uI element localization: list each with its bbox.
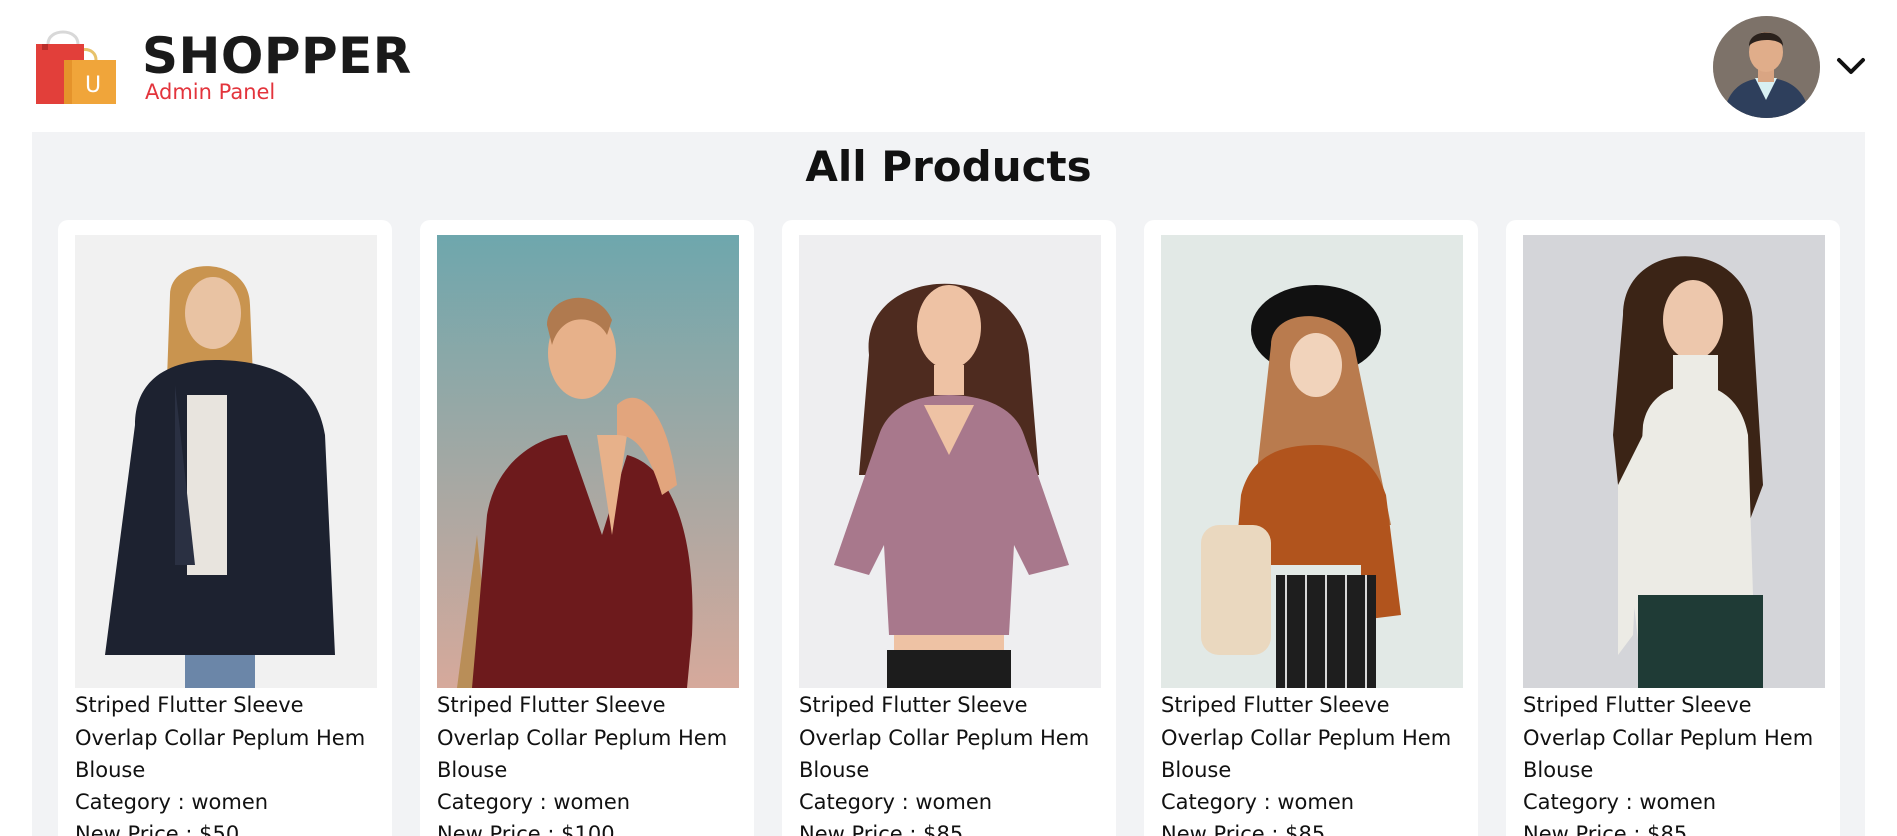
product-image bbox=[1161, 235, 1463, 688]
brand-title: SHOPPER bbox=[142, 27, 412, 85]
product-card[interactable]: Striped Flutter Sleeve Overlap Collar Pe… bbox=[1144, 220, 1478, 836]
product-price: New Price : $50 bbox=[75, 822, 240, 836]
product-name: Striped Flutter Sleeve Overlap Collar Pe… bbox=[437, 693, 728, 782]
product-card[interactable]: Striped Flutter Sleeve Overlap Collar Pe… bbox=[420, 220, 754, 836]
product-image bbox=[1523, 235, 1825, 688]
product-card[interactable]: Striped Flutter Sleeve Overlap Collar Pe… bbox=[1506, 220, 1840, 836]
product-name: Striped Flutter Sleeve Overlap Collar Pe… bbox=[1161, 693, 1452, 782]
chevron-down-icon[interactable] bbox=[1834, 52, 1868, 78]
product-name: Striped Flutter Sleeve Overlap Collar Pe… bbox=[799, 693, 1090, 782]
product-price: New Price : $85 bbox=[1523, 822, 1688, 836]
shopping-bag-icon: U bbox=[34, 26, 118, 106]
product-category: Category : women bbox=[799, 790, 993, 814]
product-price: New Price : $100 bbox=[437, 822, 615, 836]
page-title: All Products bbox=[805, 142, 1092, 191]
brand-subtitle: Admin Panel bbox=[145, 80, 276, 104]
svg-text:U: U bbox=[85, 73, 101, 98]
user-avatar[interactable] bbox=[1713, 16, 1820, 118]
product-image bbox=[437, 235, 739, 688]
product-name: Striped Flutter Sleeve Overlap Collar Pe… bbox=[1523, 693, 1814, 782]
brand: SHOPPER Admin Panel bbox=[142, 24, 412, 104]
product-price: New Price : $85 bbox=[799, 822, 964, 836]
product-price: New Price : $85 bbox=[1161, 822, 1326, 836]
product-category: Category : women bbox=[437, 790, 631, 814]
top-header: U SHOPPER Admin Panel bbox=[0, 0, 1897, 132]
product-card[interactable]: Striped Flutter Sleeve Overlap Collar Pe… bbox=[782, 220, 1116, 836]
product-category: Category : women bbox=[1523, 790, 1717, 814]
product-category: Category : women bbox=[75, 790, 269, 814]
logo[interactable]: U bbox=[34, 26, 118, 106]
product-category: Category : women bbox=[1161, 790, 1355, 814]
product-image bbox=[75, 235, 377, 688]
product-card[interactable]: Striped Flutter Sleeve Overlap Collar Pe… bbox=[58, 220, 392, 836]
product-name: Striped Flutter Sleeve Overlap Collar Pe… bbox=[75, 693, 366, 782]
product-image bbox=[799, 235, 1101, 688]
